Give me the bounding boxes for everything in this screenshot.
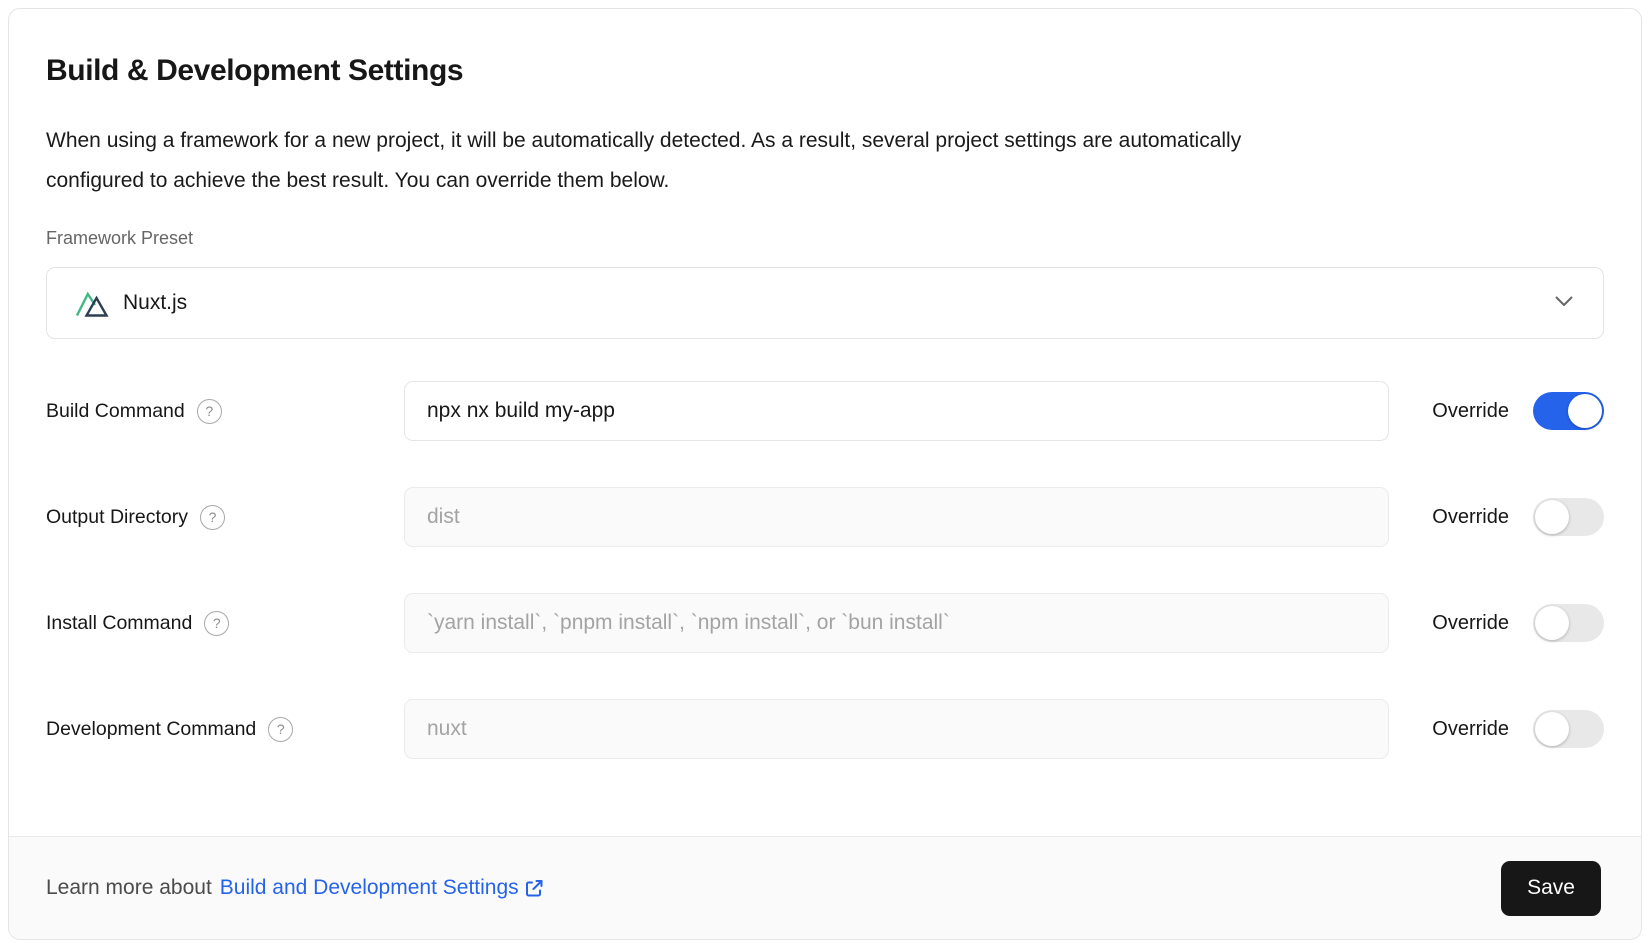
- build-settings-docs-link[interactable]: Build and Development Settings: [220, 876, 545, 900]
- help-icon[interactable]: ?: [197, 399, 222, 424]
- build-command-label: Build Command: [46, 400, 185, 423]
- toggle-knob: [1535, 606, 1569, 640]
- help-icon[interactable]: ?: [268, 717, 293, 742]
- chevron-down-icon: [1555, 294, 1573, 312]
- page-description-line2: configured to achieve the best result. Y…: [46, 169, 669, 192]
- output-directory-row: Output Directory ? Override: [46, 487, 1604, 547]
- build-settings-card: Build & Development Settings When using …: [8, 8, 1642, 940]
- toggle-knob: [1568, 394, 1602, 428]
- override-label: Override: [1432, 506, 1509, 529]
- build-command-override-toggle[interactable]: [1533, 392, 1604, 430]
- learn-more-prefix: Learn more about: [46, 876, 212, 900]
- install-command-override-toggle[interactable]: [1533, 604, 1604, 642]
- page-description-line1: When using a framework for a new project…: [46, 129, 1241, 152]
- settings-rows: Build Command ? Override Output Director…: [46, 381, 1604, 759]
- output-directory-label: Output Directory: [46, 506, 188, 529]
- help-icon[interactable]: ?: [200, 505, 225, 530]
- output-directory-input[interactable]: [404, 487, 1389, 547]
- override-label: Override: [1432, 718, 1509, 741]
- output-directory-override-group: Override: [1432, 498, 1604, 536]
- docs-link-label: Build and Development Settings: [220, 876, 519, 900]
- learn-more-text: Learn more about Build and Development S…: [46, 876, 545, 900]
- framework-preset-label: Framework Preset: [46, 225, 1604, 251]
- override-label: Override: [1432, 612, 1509, 635]
- build-command-override-group: Override: [1432, 392, 1604, 430]
- framework-preset-value: Nuxt.js: [123, 291, 1555, 315]
- card-main: Build & Development Settings When using …: [9, 9, 1641, 836]
- development-command-override-group: Override: [1432, 710, 1604, 748]
- page-description: When using a framework for a new project…: [46, 121, 1604, 201]
- output-directory-label-group: Output Directory ?: [46, 505, 404, 530]
- development-command-override-toggle[interactable]: [1533, 710, 1604, 748]
- build-command-input[interactable]: [404, 381, 1389, 441]
- override-label: Override: [1432, 400, 1509, 423]
- install-command-label: Install Command: [46, 612, 192, 635]
- install-command-input[interactable]: [404, 593, 1389, 653]
- save-button[interactable]: Save: [1501, 861, 1601, 916]
- build-command-row: Build Command ? Override: [46, 381, 1604, 441]
- install-command-override-group: Override: [1432, 604, 1604, 642]
- install-command-label-group: Install Command ?: [46, 611, 404, 636]
- install-command-row: Install Command ? Override: [46, 593, 1604, 653]
- toggle-knob: [1535, 712, 1569, 746]
- output-directory-override-toggle[interactable]: [1533, 498, 1604, 536]
- development-command-label-group: Development Command ?: [46, 717, 404, 742]
- development-command-label: Development Command: [46, 718, 256, 741]
- nuxt-logo-icon: [75, 289, 109, 318]
- page-title: Build & Development Settings: [46, 53, 1604, 89]
- development-command-row: Development Command ? Override: [46, 699, 1604, 759]
- external-link-icon: [524, 878, 545, 899]
- build-command-label-group: Build Command ?: [46, 399, 404, 424]
- framework-preset-select[interactable]: Nuxt.js: [46, 267, 1604, 339]
- development-command-input[interactable]: [404, 699, 1389, 759]
- help-icon[interactable]: ?: [204, 611, 229, 636]
- toggle-knob: [1535, 500, 1569, 534]
- card-footer: Learn more about Build and Development S…: [9, 836, 1641, 939]
